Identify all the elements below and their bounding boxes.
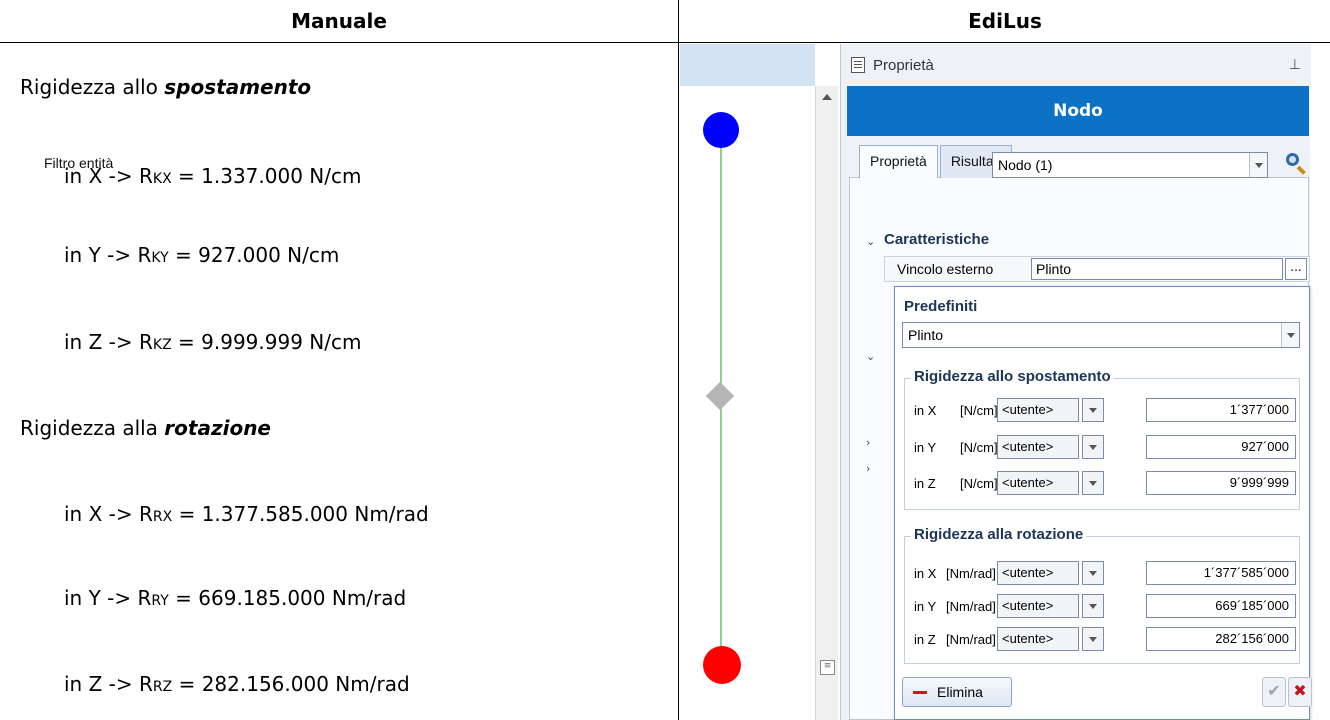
predefiniti-label: Predefiniti (904, 298, 978, 315)
viewport-top-band (680, 44, 815, 86)
list-menu-icon[interactable]: ≡ (820, 660, 835, 675)
stiffness-input[interactable]: 1´377´000 (1146, 398, 1296, 422)
stiffness-input[interactable]: 1´377´585´000 (1146, 561, 1296, 585)
column-divider (678, 0, 679, 720)
mode-select[interactable]: <utente> (997, 561, 1079, 585)
unit-label: [Nm/rad] (946, 566, 996, 581)
ellipsis-button[interactable]: ... (1285, 258, 1307, 280)
vincolo-esterno-row: Vincolo esterno Plinto ... (884, 256, 1310, 282)
properties-doc-icon (851, 57, 865, 73)
chevron-down-icon[interactable] (1082, 594, 1104, 618)
stiffness-input[interactable]: 927´000 (1146, 435, 1296, 459)
manual-line-kz: in Z -> RKZ = 9.999.999 N/cm (64, 330, 362, 354)
mode-select[interactable]: <utente> (997, 435, 1079, 459)
pin-icon[interactable]: ⊥ (1289, 56, 1301, 73)
chevron-down-icon[interactable] (1249, 153, 1267, 177)
unit-label: [N/cm] (960, 403, 998, 418)
tab-proprieta[interactable]: Proprietà (859, 145, 938, 178)
stiffness-input[interactable]: 669´185´000 (1146, 594, 1296, 618)
rot-row-x: in X [Nm/rad] <utente> 1´377´585´000 (914, 561, 1296, 585)
unit-label: [Nm/rad] (946, 632, 996, 647)
search-icon[interactable] (1284, 151, 1308, 175)
manual-spostamento-heading: Rigidezza allo spostamento (20, 75, 312, 99)
entity-filter-value: Nodo (1) (998, 157, 1053, 173)
chevron-down-icon[interactable] (1082, 398, 1104, 422)
rotazione-title: Rigidezza alla rotazione (911, 526, 1087, 543)
chevron-down-icon[interactable] (1082, 561, 1104, 585)
header-divider (0, 42, 1330, 43)
top-node[interactable] (703, 112, 739, 148)
axis-label: in Z (914, 476, 936, 491)
expand-chevron-icon-2[interactable]: › (866, 462, 870, 475)
predefiniti-select[interactable]: Plinto (902, 322, 1300, 348)
model-viewport[interactable] (680, 44, 815, 720)
spost-row-x: in X [N/cm] <utente> 1´377´000 (914, 398, 1296, 422)
manual-line-rx: in X -> RRX = 1.377.585.000 Nm/rad (64, 502, 429, 526)
minus-icon (913, 690, 927, 694)
confirm-button[interactable]: ✔ (1262, 677, 1286, 707)
axis-label: in Y (914, 440, 937, 455)
axis-label: in X (914, 403, 937, 418)
rot-row-y: in Y [Nm/rad] <utente> 669´185´000 (914, 594, 1296, 618)
spostamento-title: Rigidezza allo spostamento (911, 368, 1114, 385)
stiffness-input[interactable]: 9´999´999 (1146, 471, 1296, 495)
unit-label: [Nm/rad] (946, 599, 996, 614)
section-caratteristiche[interactable]: Caratteristiche (884, 231, 989, 248)
filter-label: Filtro entità (44, 155, 114, 171)
manual-line-ky: in Y -> RKY = 927.000 N/cm (64, 243, 340, 267)
panel-titlebar: Proprietà ⊥ (841, 44, 1311, 86)
header-manuale: Manuale (291, 9, 387, 33)
mode-select[interactable]: <utente> (997, 627, 1079, 651)
collapse-chevron-icon[interactable]: ⌄ (866, 235, 875, 248)
entity-header: Nodo (847, 86, 1309, 136)
entity-filter-select[interactable]: Nodo (1) (992, 152, 1268, 178)
chevron-down-icon[interactable] (1082, 627, 1104, 651)
axis-label: in X (914, 566, 937, 581)
manual-rotazione-heading: Rigidezza alla rotazione (20, 416, 271, 440)
mode-select[interactable]: <utente> (997, 471, 1079, 495)
rot-row-z: in Z [Nm/rad] <utente> 282´156´000 (914, 627, 1296, 651)
mode-select[interactable]: <utente> (997, 594, 1079, 618)
cancel-button[interactable]: ✖ (1288, 677, 1312, 707)
vincolo-esterno-label: Vincolo esterno (897, 261, 994, 277)
chevron-down-icon-2[interactable] (1281, 323, 1299, 347)
bottom-node[interactable] (703, 646, 741, 684)
manual-line-rz: in Z -> RRZ = 282.156.000 Nm/rad (64, 672, 410, 696)
spost-row-z: in Z [N/cm] <utente> 9´999´999 (914, 471, 1296, 495)
unit-label: [N/cm] (960, 476, 998, 491)
elimina-label: Elimina (937, 684, 983, 700)
vincolo-esterno-field[interactable]: Plinto (1031, 258, 1283, 280)
mode-select[interactable]: <utente> (997, 398, 1079, 422)
chevron-down-icon[interactable] (1082, 435, 1104, 459)
manual-line-ry: in Y -> RRY = 669.185.000 Nm/rad (64, 586, 407, 610)
header-edilus: EdiLus (968, 9, 1042, 33)
collapse-chevron-icon-2[interactable]: ⌄ (866, 350, 875, 363)
predefiniti-value: Plinto (908, 327, 944, 343)
unit-label: [N/cm] (960, 440, 998, 455)
spost-row-y: in Y [N/cm] <utente> 927´000 (914, 435, 1296, 459)
scroll-up-icon[interactable] (822, 94, 832, 100)
panel-tabs: Proprietà Risultati (859, 145, 1014, 178)
axis-label: in Y (914, 599, 937, 614)
elimina-button[interactable]: Elimina (902, 677, 1012, 707)
expand-chevron-icon[interactable]: › (866, 436, 870, 449)
stiffness-input[interactable]: 282´156´000 (1146, 627, 1296, 651)
panel-title: Proprietà (873, 56, 934, 74)
panel-scrollbar[interactable]: ≡ (815, 86, 838, 720)
chevron-down-icon[interactable] (1082, 471, 1104, 495)
axis-label: in Z (914, 632, 936, 647)
